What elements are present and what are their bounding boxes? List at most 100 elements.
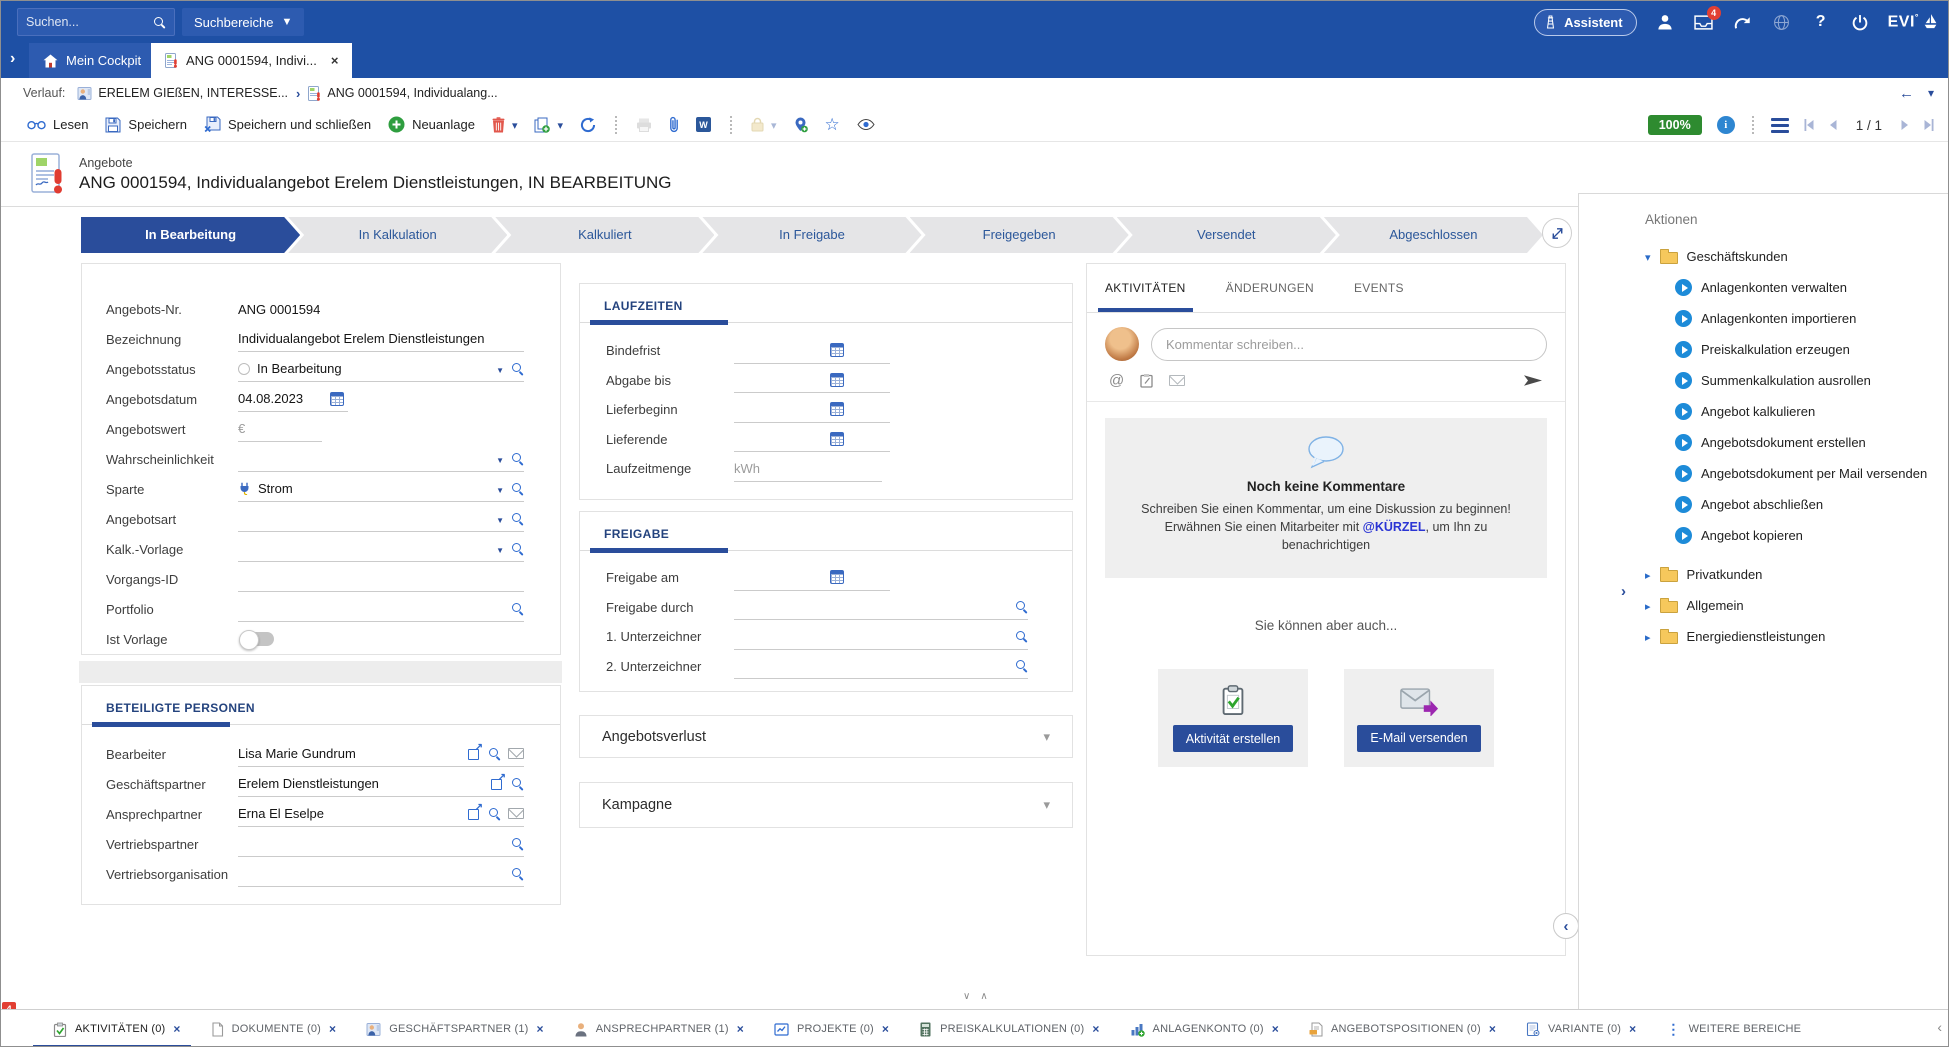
close-icon[interactable] [1489,1022,1496,1036]
prev-page-icon[interactable] [1829,119,1837,131]
status-select[interactable]: In Bearbeitung [238,356,524,382]
tree-expand-icon[interactable] [1645,629,1651,644]
comment-input[interactable] [1166,337,1532,352]
signer1-lookup[interactable] [734,624,1028,650]
step-kalkuliert[interactable]: Kalkuliert [495,217,714,253]
tab-mein-cockpit[interactable]: Mein Cockpit [29,43,155,78]
lookup-icon[interactable] [511,512,524,525]
mention-link[interactable]: @KÜRZEL [1363,520,1426,534]
tree-expand-icon[interactable] [1645,598,1651,613]
panel-resize-handle[interactable] [1621,583,1626,600]
user-avatar[interactable] [1105,327,1139,361]
word-export-button[interactable]: W [696,117,711,132]
offer-type-select[interactable] [238,506,524,532]
history-item-offer[interactable]: ANG 0001594, Individualang... [308,86,497,101]
read-button[interactable]: Lesen [27,117,88,132]
tab-events[interactable]: EVENTS [1354,264,1404,312]
lock-dropdown-icon[interactable] [771,117,777,132]
bottom-tab-weitere-bereiche[interactable]: WEITERE BEREICHE [1666,1010,1801,1047]
partner-lookup[interactable]: Erelem Dienstleistungen [238,771,524,797]
tabs-scroll-left-icon[interactable]: › [10,50,15,68]
lookup-icon[interactable] [511,602,524,615]
redo-button[interactable] [1732,11,1754,33]
dropdown-icon[interactable] [496,361,504,376]
copy-button[interactable] [534,117,563,133]
bottom-tab-ansprechpartner[interactable]: ANSPRECHPARTNER (1) [574,1010,744,1047]
bottom-tab-aktivitaeten[interactable]: AKTIVITÄTEN (0) [53,1010,181,1047]
action-anlagenkonten-importieren[interactable]: Anlagenkonten importieren [1675,303,1856,334]
division-select[interactable]: Strom [238,476,524,502]
bottom-splitter[interactable] [963,991,988,1002]
date-input[interactable] [734,367,890,393]
lookup-icon[interactable] [1015,600,1028,613]
lookup-icon[interactable] [511,777,524,790]
menu-icon[interactable] [1771,118,1789,133]
calendar-icon[interactable] [830,570,844,584]
delete-dropdown-icon[interactable] [512,117,518,132]
date-input[interactable]: 04.08.2023 [238,386,348,412]
approver-lookup[interactable] [734,594,1028,620]
copy-dropdown-icon[interactable] [557,117,563,132]
probability-select[interactable] [238,446,524,472]
comment-input-wrap[interactable] [1151,328,1547,361]
splitter-down-icon[interactable] [963,991,970,1002]
create-activity-button[interactable]: Aktivität erstellen [1173,725,1293,752]
lookup-icon[interactable] [488,807,501,820]
angebotsverlust-panel[interactable]: Angebotsverlust [579,715,1073,758]
lookup-icon[interactable] [511,482,524,495]
process-id-input[interactable] [238,566,524,592]
section-splitter[interactable] [79,661,562,683]
email-icon[interactable] [508,808,524,819]
send-email-button[interactable]: E-Mail versenden [1357,725,1480,752]
step-in-freigabe[interactable]: In Freigabe [702,217,921,253]
tab-aenderungen[interactable]: ÄNDERUNGEN [1226,264,1314,312]
open-record-icon[interactable] [468,807,481,820]
actions-group-energiedienstleistungen[interactable]: Energiedienstleistungen [1645,621,1825,652]
tab-close-icon[interactable] [331,53,339,68]
calendar-icon[interactable] [830,432,844,446]
email-icon[interactable] [508,748,524,759]
globe-button[interactable] [1771,11,1793,33]
close-icon[interactable] [173,1022,180,1036]
attachment-button[interactable] [669,116,679,133]
close-icon[interactable] [537,1022,544,1036]
lock-button[interactable] [751,117,777,132]
action-summenkalkulation-ausrollen[interactable]: Summenkalkulation ausrollen [1675,365,1871,396]
completeness-badge[interactable]: 100% [1648,115,1702,135]
close-icon[interactable] [737,1022,744,1036]
info-icon[interactable]: i [1717,116,1735,134]
step-in-bearbeitung[interactable]: In Bearbeitung [81,217,300,253]
tab-record[interactable]: ANG 0001594, Indivi... [151,43,352,78]
action-angebotsdokument-per-mail[interactable]: Angebotsdokument per Mail versenden [1675,458,1927,489]
step-freigegeben[interactable]: Freigegeben [910,217,1129,253]
currency-field[interactable] [238,421,322,436]
action-anlagenkonten-verwalten[interactable]: Anlagenkonten verwalten [1675,272,1847,303]
close-icon[interactable] [1272,1022,1279,1036]
steps-expand-button[interactable] [1542,218,1572,248]
lookup-icon[interactable] [511,837,524,850]
sales-partner-lookup[interactable] [238,831,524,857]
new-record-button[interactable]: Neuanlage [388,116,475,133]
bottom-tab-dokumente[interactable]: DOKUMENTE (0) [211,1010,337,1047]
calendar-icon[interactable] [830,373,844,387]
search-input[interactable] [26,15,153,29]
actions-group-geschaeftskunden[interactable]: Geschäftskunden [1645,241,1788,272]
lookup-icon[interactable] [1015,630,1028,643]
step-in-kalkulation[interactable]: In Kalkulation [288,217,507,253]
bottom-tab-preiskalkulationen[interactable]: PREISKALKULATIONEN (0) [919,1010,1099,1047]
contact-lookup[interactable]: Erna El Eselpe [238,801,524,827]
search-icon[interactable] [153,16,166,29]
first-page-icon[interactable] [1804,119,1814,131]
email-icon[interactable] [1169,375,1185,386]
sales-org-lookup[interactable] [238,861,524,887]
currency-input[interactable] [238,416,322,442]
save-button[interactable]: Speichern [105,117,187,133]
collapse-activity-panel-button[interactable] [1553,913,1579,939]
dropdown-icon[interactable] [496,541,504,556]
editor-lookup[interactable]: Lisa Marie Gundrum [238,741,524,767]
calendar-icon[interactable] [830,402,844,416]
lookup-icon[interactable] [488,747,501,760]
close-icon[interactable] [1092,1022,1099,1036]
bottom-tab-angebotspositionen[interactable]: ANGEBOTSPOSITIONEN (0) [1309,1010,1496,1047]
search-scope-button[interactable]: Suchbereiche ▼ [182,8,304,36]
